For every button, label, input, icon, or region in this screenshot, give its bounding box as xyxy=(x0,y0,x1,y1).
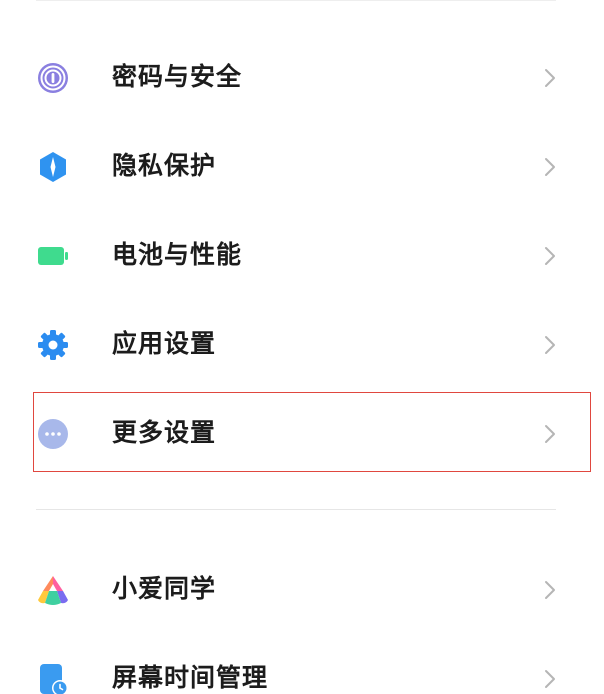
section-divider xyxy=(36,509,556,510)
settings-item-app-settings[interactable]: 应用设置 xyxy=(0,300,604,388)
settings-screen: 密码与安全 隐私保护 电池与性能 应用设置 更多设置 小爱同学 屏幕时间管理 xyxy=(0,0,604,694)
battery-icon xyxy=(36,239,70,273)
settings-item-label: 应用设置 xyxy=(112,329,217,358)
settings-item-privacy[interactable]: 隐私保护 xyxy=(0,122,604,210)
xiaoai-icon xyxy=(36,573,70,607)
settings-item-screen-time[interactable]: 屏幕时间管理 xyxy=(0,634,604,694)
top-divider xyxy=(36,0,556,1)
screen-time-icon xyxy=(36,662,70,694)
settings-item-label: 小爱同学 xyxy=(112,574,217,603)
chevron-right-icon xyxy=(540,579,560,601)
settings-item-label: 更多设置 xyxy=(112,418,217,447)
settings-item-more-settings[interactable]: 更多设置 xyxy=(0,389,604,477)
privacy-shield-icon xyxy=(36,150,70,184)
settings-item-label: 密码与安全 xyxy=(112,62,243,91)
chevron-right-icon xyxy=(540,156,560,178)
chevron-right-icon xyxy=(540,668,560,690)
chevron-right-icon xyxy=(540,67,560,89)
chevron-right-icon xyxy=(540,334,560,356)
settings-item-label: 隐私保护 xyxy=(112,151,217,180)
chevron-right-icon xyxy=(540,423,560,445)
settings-item-xiaoai[interactable]: 小爱同学 xyxy=(0,545,604,633)
settings-item-label: 电池与性能 xyxy=(112,240,243,269)
settings-item-battery[interactable]: 电池与性能 xyxy=(0,211,604,299)
settings-item-label: 屏幕时间管理 xyxy=(112,663,269,692)
chevron-right-icon xyxy=(540,245,560,267)
settings-item-password-security[interactable]: 密码与安全 xyxy=(0,33,604,121)
more-dots-icon xyxy=(36,417,70,451)
gear-icon xyxy=(36,328,70,362)
fingerprint-icon xyxy=(36,61,70,95)
